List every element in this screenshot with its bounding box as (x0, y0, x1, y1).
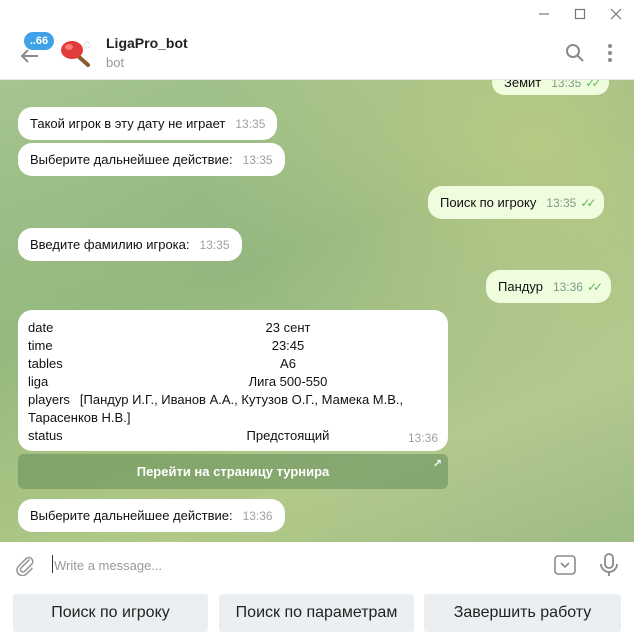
external-link-icon: ↗ (432, 458, 442, 470)
ping-pong-paddle-avatar-icon[interactable] (58, 38, 92, 68)
window-title-bar (0, 0, 634, 28)
chat-header: ..66 LigaPro_bot bot (0, 28, 634, 80)
card-row-date: date 23 сент (28, 319, 438, 337)
card-value: Предстоящий (246, 428, 330, 443)
message-text: Пандур (498, 279, 543, 294)
message-time: 13:35 (199, 238, 230, 252)
message-time: 13:35 (551, 80, 582, 90)
read-ticks-icon: ✓✓ (585, 80, 601, 90)
card-value: 23 сент (265, 320, 311, 335)
paperclip-icon[interactable] (14, 554, 36, 577)
message-time: 13:35 (546, 196, 577, 210)
message-text: Выберите дальнейшее действие: (30, 152, 233, 167)
chat-subtitle: bot (106, 55, 125, 70)
card-row-time: time 23:45 (28, 337, 438, 355)
maximize-icon[interactable] (560, 0, 600, 28)
minimize-icon[interactable] (524, 0, 564, 28)
message-incoming: Введите фамилию игрока: 13:35 (18, 228, 242, 261)
card-key: players (28, 392, 70, 407)
search-by-parameters-button[interactable]: Поиск по параметрам (219, 594, 414, 632)
message-time: 13:35 (235, 117, 266, 131)
message-text: Выберите дальнейшее действие: (30, 508, 233, 523)
message-incoming: Выберите дальнейшее действие: 13:35 (18, 143, 285, 176)
search-by-player-button[interactable]: Поиск по игроку (13, 594, 208, 632)
bot-keyboard-toggle-icon[interactable] (553, 553, 577, 577)
tournament-info-card: date 23 сент time 23:45 tables A6 liga Л… (18, 310, 448, 451)
finish-work-button[interactable]: Завершить работу (424, 594, 621, 632)
message-time: 13:36 (552, 280, 583, 294)
chat-title[interactable]: LigaPro_bot (106, 35, 188, 51)
message-text: Поиск по игроку (440, 195, 537, 210)
message-incoming: Такой игрок в эту дату не играет 13:35 (18, 107, 278, 140)
unread-badge: ..66 (24, 32, 54, 50)
text-caret (52, 555, 53, 573)
search-icon[interactable] (564, 42, 586, 64)
open-tournament-page-button[interactable]: Перейти на страницу турнира ↗ (18, 454, 448, 489)
card-value: [Пандур И.Г., Иванов А.А., Кутузов О.Г.,… (28, 392, 404, 425)
chat-area[interactable]: Земит 13:35 ✓✓ Такой игрок в эту дату не и… (0, 80, 634, 542)
message-input[interactable] (54, 554, 534, 576)
card-value: 23:45 (271, 338, 305, 353)
message-time: 13:36 (407, 431, 438, 445)
reply-keyboard: Поиск по игроку Поиск по параметрам Заве… (0, 588, 634, 638)
message-incoming: Выберите дальнейшее действие: 13:36 (18, 499, 285, 532)
inline-button-label: Перейти на страницу турнира (136, 464, 330, 479)
card-row-players: players [Пандур И.Г., Иванов А.А., Кутузо… (28, 391, 438, 427)
microphone-icon[interactable] (598, 552, 620, 578)
message-outgoing: Земит 13:35 ✓✓ (492, 80, 610, 95)
message-text: Введите фамилию игрока: (30, 237, 190, 252)
read-ticks-icon: ✓✓ (586, 280, 603, 294)
card-value: A6 (280, 356, 296, 371)
message-composer (0, 542, 634, 588)
card-row-liga: liga Лига 500-550 (28, 373, 438, 391)
message-text: Земит (504, 80, 542, 90)
message-text: Такой игрок в эту дату не играет (30, 116, 226, 131)
card-row-status: status Предстоящий (28, 427, 438, 445)
card-row-tables: tables A6 (28, 355, 438, 373)
message-time: 13:35 (242, 153, 273, 167)
more-options-icon[interactable] (600, 42, 622, 64)
message-outgoing: Пандур 13:36 ✓✓ (486, 270, 612, 303)
card-value: Лига 500-550 (248, 374, 328, 389)
read-ticks-icon: ✓✓ (580, 196, 596, 210)
message-time: 13:36 (242, 509, 273, 523)
close-icon[interactable] (596, 0, 634, 28)
message-outgoing: Поиск по игроку 13:35 ✓✓ (428, 186, 605, 219)
